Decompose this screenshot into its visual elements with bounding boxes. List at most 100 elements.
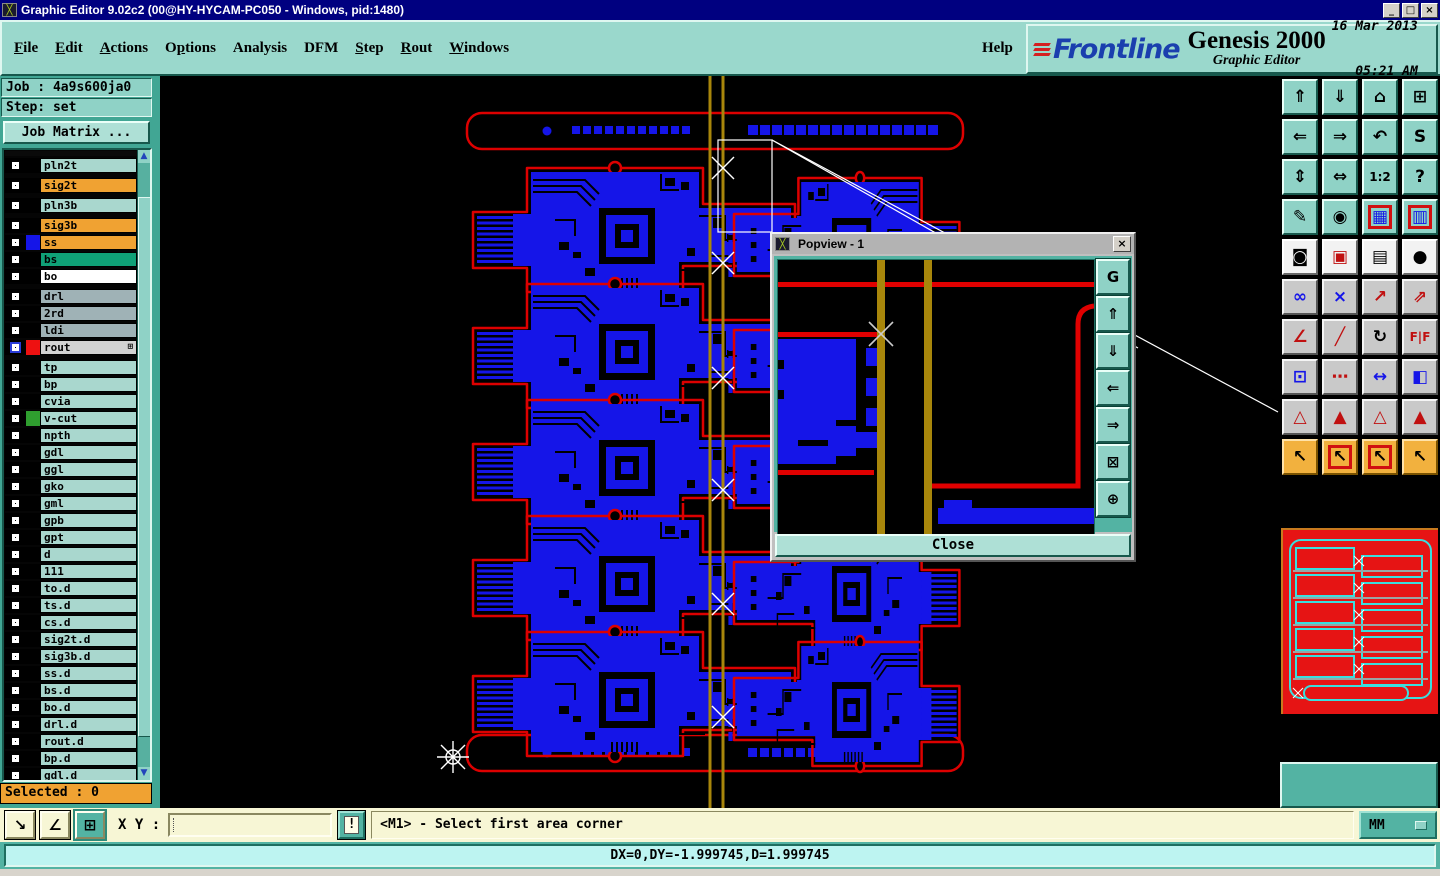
layer-row-tp[interactable]: tp (5, 360, 137, 375)
popview-canvas[interactable] (777, 259, 1095, 535)
context-help-icon[interactable]: ? (1400, 157, 1440, 197)
menu-edit[interactable]: Edit (55, 40, 83, 57)
layer-row-cs.d[interactable]: cs.d (5, 615, 137, 630)
triangle-d-icon[interactable]: ▲ (1400, 397, 1440, 437)
board-overview-thumbnail[interactable] (1281, 528, 1438, 714)
popview-down-icon[interactable]: ⇓ (1096, 333, 1130, 369)
layer-row-sig3b.d[interactable]: sig3b.d (5, 649, 137, 664)
layer-row-drl.d[interactable]: drl.d (5, 717, 137, 732)
select-poly-icon[interactable]: ↖ (1360, 437, 1400, 477)
layer-checkbox[interactable] (5, 581, 26, 596)
layer-checkbox[interactable] (5, 462, 26, 477)
scroll-thumb[interactable] (138, 197, 150, 737)
layer-checkbox[interactable] (5, 649, 26, 664)
layer-checkbox[interactable] (5, 768, 26, 780)
layer-checkbox[interactable] (5, 269, 26, 284)
layer-checkbox[interactable] (5, 198, 26, 213)
menu-dfm[interactable]: DFM (304, 40, 338, 57)
mirror-ff-icon[interactable]: F|F (1400, 317, 1440, 357)
paste-view-down-icon[interactable]: ⇓ (1320, 77, 1360, 117)
layer-row-gko[interactable]: gko (5, 479, 137, 494)
zoom-1-2-icon[interactable]: 1:2 (1360, 157, 1400, 197)
rotate-icon[interactable]: ↻ (1360, 317, 1400, 357)
popview-titlebar[interactable]: ╳ Popview - 1 × (772, 234, 1134, 254)
popview-shrink-icon[interactable]: ⊠ (1096, 444, 1130, 480)
layer-expander-icon[interactable]: ⊞ (128, 341, 133, 354)
layer-row-sig2t[interactable]: sig2t (5, 178, 137, 193)
split-window-xy-icon[interactable]: ⊞ (1400, 77, 1440, 117)
popview-window[interactable]: ╳ Popview - 1 × G ⇑ ⇓ ⇐ ⇒ ⊠ ⊕ Close (770, 232, 1136, 562)
layer-checkbox[interactable] (5, 513, 26, 528)
layer-scrollbar[interactable]: ▲ ▼ (137, 150, 150, 780)
layer-checkbox[interactable] (5, 377, 26, 392)
cancel-x-icon[interactable]: × (1320, 277, 1360, 317)
resize-diagonal-icon[interactable]: ↘ (5, 811, 35, 839)
layer-checkbox[interactable] (5, 564, 26, 579)
overlap-shapes-icon[interactable]: ◧ (1400, 357, 1440, 397)
angle-measure-icon[interactable]: ∠ (1280, 317, 1320, 357)
layer-row-ggl[interactable]: ggl (5, 462, 137, 477)
layer-checkbox[interactable] (5, 235, 26, 250)
slope-line-icon[interactable]: ╱ (1320, 317, 1360, 357)
popview-right-icon[interactable]: ⇒ (1096, 407, 1130, 443)
menu-step[interactable]: Step (355, 40, 383, 57)
triangle-c-icon[interactable]: △ (1360, 397, 1400, 437)
stretch-horizontal-icon[interactable]: ⇔ (1320, 157, 1360, 197)
layer-checkbox[interactable] (5, 683, 26, 698)
layer-row-npth[interactable]: npth (5, 428, 137, 443)
popview-close-button[interactable]: Close (775, 534, 1131, 557)
popview-expand-icon[interactable]: ⊕ (1096, 481, 1130, 517)
layer-checkbox[interactable] (5, 306, 26, 321)
layer-row-gpb[interactable]: gpb (5, 513, 137, 528)
layer-row-gpt[interactable]: gpt (5, 530, 137, 545)
triangle-a-icon[interactable]: △ (1280, 397, 1320, 437)
close-button[interactable]: × (1421, 2, 1438, 18)
popview-up-icon[interactable]: ⇑ (1096, 296, 1130, 332)
dashed-segment-icon[interactable]: ⋯ (1320, 357, 1360, 397)
layer-checkbox[interactable] (5, 734, 26, 749)
layer-checkbox[interactable] (5, 289, 26, 304)
netlist-top-icon[interactable]: ▦ (1360, 197, 1400, 237)
popview-left-icon[interactable]: ⇐ (1096, 370, 1130, 406)
draw-tools-icon[interactable]: ✎ (1280, 197, 1320, 237)
layer-row-v-cut[interactable]: v-cut (5, 411, 137, 426)
popview-close-icon[interactable]: × (1113, 236, 1131, 252)
serpentine-route-icon[interactable]: S (1400, 117, 1440, 157)
layer-checkbox[interactable] (5, 323, 26, 338)
xy-input[interactable] (168, 813, 333, 837)
layer-checkbox[interactable] (5, 666, 26, 681)
menu-windows[interactable]: Windows (449, 40, 509, 57)
menu-help[interactable]: Help (982, 40, 1013, 57)
chain-dots-icon[interactable]: ∞ (1280, 277, 1320, 317)
layer-row-d[interactable]: d (5, 547, 137, 562)
layer-checkbox[interactable] (5, 479, 26, 494)
layer-row-gdl[interactable]: gdl (5, 445, 137, 460)
route-closed-end-icon[interactable]: ⇗ (1400, 277, 1440, 317)
layer-checkbox[interactable] (5, 751, 26, 766)
layer-row-cvia[interactable]: cvia (5, 394, 137, 409)
layer-row-bs.d[interactable]: bs.d (5, 683, 137, 698)
layer-row-ss.d[interactable]: ss.d (5, 666, 137, 681)
angle-tool-icon[interactable]: ∠ (40, 811, 70, 839)
ruler-icon[interactable]: ▤ (1360, 237, 1400, 277)
layer-checkbox[interactable] (5, 717, 26, 732)
layer-checkbox[interactable] (5, 496, 26, 511)
menu-actions[interactable]: Actions (100, 40, 148, 57)
pan-right-icon[interactable]: ⇒ (1320, 117, 1360, 157)
select-arrow-icon[interactable]: ↖ (1280, 437, 1320, 477)
menu-file[interactable]: File (14, 40, 38, 57)
zoom-area-icon[interactable]: ▣ (1320, 237, 1360, 277)
layer-row-to.d[interactable]: to.d (5, 581, 137, 596)
layer-row-bp[interactable]: bp (5, 377, 137, 392)
layer-row-rout[interactable]: rout ⊞ (5, 340, 137, 355)
layer-checkbox[interactable] (5, 530, 26, 545)
popview-copy-icon[interactable]: G (1096, 259, 1130, 295)
menu-rout[interactable]: Rout (401, 40, 433, 57)
select-net-icon[interactable]: ↖ (1400, 437, 1440, 477)
alert-button[interactable]: ! (338, 811, 366, 839)
layer-row-gml[interactable]: gml (5, 496, 137, 511)
layer-checkbox[interactable] (5, 598, 26, 613)
layer-checkbox[interactable] (5, 178, 26, 193)
layer-row-2rd[interactable]: 2rd (5, 306, 137, 321)
layer-checkbox[interactable] (5, 700, 26, 715)
